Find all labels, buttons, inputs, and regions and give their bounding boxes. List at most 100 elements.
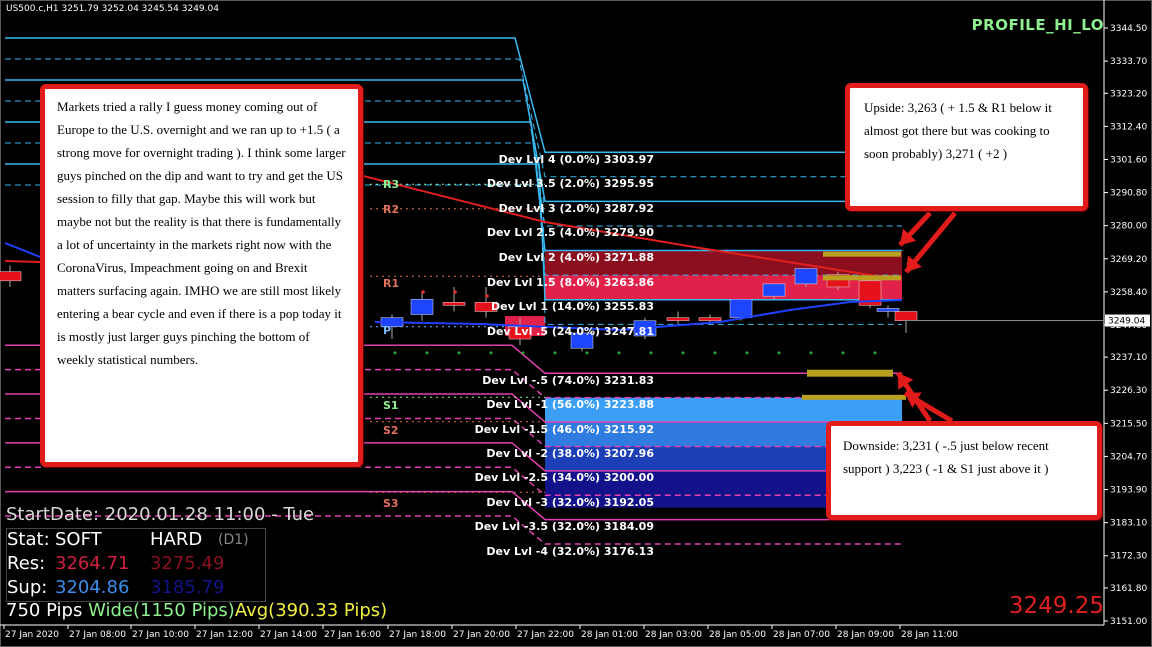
- dev-level-label: Dev Lvl -1.5 (46.0%) 3215.92: [475, 423, 654, 436]
- pivot-dot: [457, 351, 461, 355]
- dev-level-label: Dev Lvl -4 (32.0%) 3176.13: [486, 545, 654, 558]
- pivot-dot: [489, 351, 493, 355]
- timeframe-label: (D1): [218, 532, 249, 548]
- price-tick-label: 3290.80: [1110, 189, 1147, 199]
- pivot-dot: [809, 351, 813, 355]
- candle-body: [794, 268, 818, 285]
- target-upside-2: [823, 275, 901, 281]
- price-tick-label: 3226.30: [1110, 386, 1147, 396]
- time-tick-label: 27 Jan 22:00: [517, 630, 574, 640]
- pivot-dot: [553, 351, 557, 355]
- stat-table: Stat: SOFT HARD (D1) Res: 3264.71 3275.4…: [6, 528, 266, 602]
- candle-body: [698, 317, 722, 321]
- dev-level-label: Dev Lvl 1.5 (8.0%) 3263.86: [487, 276, 655, 289]
- res-label: Res:: [7, 553, 46, 574]
- pivot-dot: [873, 351, 877, 355]
- current-price-tag-label: 3249.04: [1108, 317, 1145, 327]
- sup-label: Sup:: [7, 577, 48, 598]
- current-price-large: 3249.25: [1008, 593, 1104, 619]
- candle-body: [410, 298, 434, 315]
- annotation-downside-text: Downside: 3,231 ( -.5 just below recent …: [843, 438, 1049, 476]
- price-tick-label: 3280.00: [1110, 222, 1147, 232]
- sup-hard-value: 3185.79: [150, 577, 225, 598]
- time-tick-label: 27 Jan 20:00: [453, 630, 510, 640]
- start-date: StartDate: 2020.01.28 11:00 - Tue: [6, 504, 315, 525]
- candle-body: [729, 298, 753, 318]
- price-tick-label: 3237.10: [1110, 353, 1147, 363]
- time-tick-label: 28 Jan 11:00: [901, 630, 958, 640]
- target-upside-1: [823, 251, 901, 257]
- annotation-upside-text: Upside: 3,263 ( + 1.5 & R1 below it almo…: [864, 100, 1052, 161]
- pivot-dot: [841, 351, 845, 355]
- price-tick-label: 3323.20: [1110, 89, 1147, 99]
- time-tick-label: 28 Jan 03:00: [645, 630, 702, 640]
- time-tick-label: 27 Jan 14:00: [260, 630, 317, 640]
- candle-body: [876, 308, 900, 312]
- candle-body: [894, 311, 918, 321]
- annotation-main: Markets tried a rally I guess money comi…: [40, 84, 363, 467]
- price-tick-label: 3172.30: [1110, 552, 1147, 562]
- price-tick-label: 3151.00: [1110, 617, 1147, 627]
- hard-label: HARD: [150, 529, 203, 550]
- candle-body: [762, 283, 786, 297]
- pivot-dot: [777, 351, 781, 355]
- pivot-dot: [521, 351, 525, 355]
- time-tick-label: 27 Jan 16:00: [324, 630, 381, 640]
- annotation-main-text: Markets tried a rally I guess money comi…: [57, 99, 346, 367]
- stat-label: Stat:: [7, 529, 50, 550]
- dev-level-label: Dev Lvl -2 (38.0%) 3207.96: [486, 447, 654, 460]
- time-tick-label: 28 Jan 05:00: [709, 630, 766, 640]
- pivot-dot: [425, 351, 429, 355]
- target-downside-2: [802, 394, 906, 400]
- dev-level-label: Dev Lvl 3.5 (2.0%) 3295.95: [487, 177, 654, 190]
- pivot-label-R1: R1: [383, 277, 399, 290]
- pips-value: 750 Pips: [6, 600, 83, 621]
- price-tick-label: 3161.80: [1110, 584, 1147, 594]
- avg-value: Avg(390.33 Pips): [234, 600, 388, 621]
- pivot-label-S3: S3: [383, 497, 399, 510]
- time-tick-label: 28 Jan 07:00: [773, 630, 830, 640]
- dev-level-label: Dev Lvl 1 (14.0%) 3255.83: [491, 300, 654, 313]
- pivot-dot: [617, 351, 621, 355]
- profile-title: PROFILE_HI_LO: [971, 16, 1104, 34]
- time-tick-label: 28 Jan 09:00: [837, 630, 894, 640]
- dev-level-label: Dev Lvl .5 (24.0%) 3247.81: [487, 325, 654, 338]
- pivot-dot: [649, 351, 653, 355]
- pivot-dot: [745, 351, 749, 355]
- dev-level-label: Dev Lvl 4 (0.0%) 3303.97: [499, 153, 654, 166]
- price-tick-label: 3344.50: [1110, 24, 1147, 34]
- pivot-label-S2: S2: [383, 424, 399, 437]
- res-soft-value: 3264.71: [55, 553, 130, 574]
- pivot-label-R3: R3: [383, 178, 399, 191]
- pips-line: 750 Pips Wide(1150 Pips)Avg(390.33 Pips): [6, 600, 387, 621]
- pivot-dot: [585, 351, 589, 355]
- dev-level-label: Dev Lvl 2 (4.0%) 3271.88: [499, 251, 654, 264]
- price-tick-label: 3183.10: [1110, 519, 1147, 529]
- time-tick-label: 27 Jan 12:00: [196, 630, 253, 640]
- pivot-dot: [713, 351, 717, 355]
- price-tick-label: 3215.50: [1110, 419, 1147, 429]
- pivot-label-R2: R2: [383, 203, 399, 216]
- dev-level-label: Dev Lvl -.5 (74.0%) 3231.83: [482, 374, 654, 387]
- price-tick-label: 3301.60: [1110, 155, 1147, 165]
- price-tick-label: 3204.70: [1110, 452, 1147, 462]
- candle-body: [0, 271, 22, 282]
- price-tick-label: 3333.70: [1110, 57, 1147, 67]
- time-tick-label: 27 Jan 10:00: [132, 630, 189, 640]
- pivot-dot: [681, 351, 685, 355]
- price-tick-label: 3269.20: [1110, 255, 1147, 265]
- time-tick-label: 28 Jan 01:00: [581, 630, 638, 640]
- dev-level-label: Dev Lvl 3 (2.0%) 3287.92: [499, 202, 654, 215]
- dev-level-label: Dev Lvl -2.5 (34.0%) 3200.00: [475, 471, 655, 484]
- time-tick-label: 27 Jan 2020: [5, 630, 59, 640]
- annotation-upside: Upside: 3,263 ( + 1.5 & R1 below it almo…: [845, 83, 1088, 211]
- price-tick-label: 3258.40: [1110, 288, 1147, 298]
- high-dot: [453, 290, 457, 294]
- price-tick-label: 3193.90: [1110, 486, 1147, 496]
- candle-body: [666, 317, 690, 321]
- high-dot: [421, 290, 425, 294]
- time-tick-label: 27 Jan 08:00: [69, 630, 126, 640]
- candle-body: [442, 302, 466, 306]
- high-dot: [485, 294, 489, 298]
- pivot-label-S1: S1: [383, 399, 399, 412]
